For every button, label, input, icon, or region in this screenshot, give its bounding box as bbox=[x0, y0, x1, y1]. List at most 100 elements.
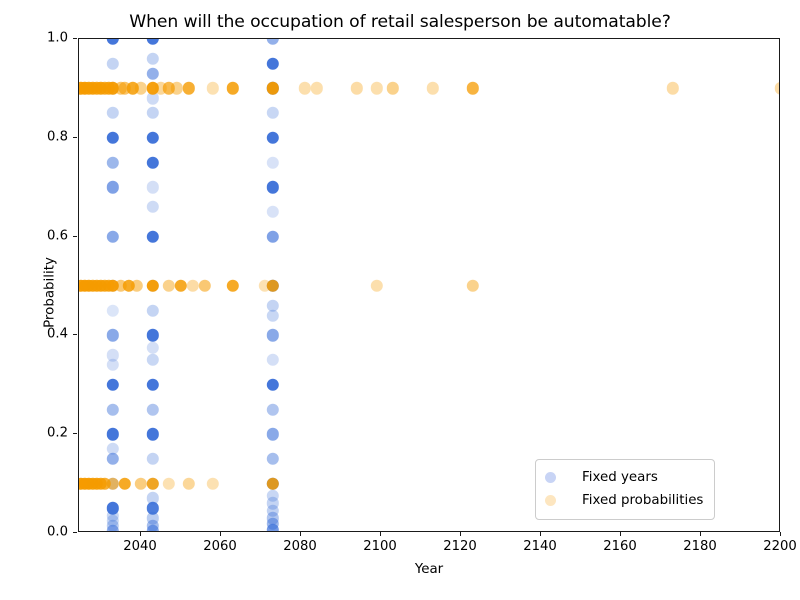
page-title: When will the occupation of retail sales… bbox=[129, 12, 671, 32]
data-point bbox=[146, 511, 160, 525]
legend-label-fixed-probabilities: Fixed probabilities bbox=[582, 493, 704, 508]
y-axis-tick-label: 0.0 bbox=[47, 524, 68, 540]
plot-area bbox=[78, 38, 780, 532]
data-point bbox=[106, 452, 120, 466]
data-point bbox=[266, 517, 280, 531]
data-point bbox=[146, 106, 160, 120]
data-point bbox=[98, 82, 112, 95]
x-axis-tick bbox=[300, 532, 302, 536]
data-point bbox=[266, 523, 280, 531]
x-axis-tick-label: 2180 bbox=[683, 539, 717, 554]
data-point bbox=[106, 329, 120, 342]
x-axis-tick bbox=[140, 532, 142, 536]
data-point bbox=[106, 514, 120, 527]
legend-swatch-fixed-probabilities bbox=[545, 495, 556, 506]
data-point bbox=[79, 477, 88, 490]
data-point bbox=[106, 509, 120, 522]
legend-item[interactable]: Fixed probabilities bbox=[545, 489, 703, 512]
x-axis-tick-label: 2080 bbox=[283, 539, 317, 554]
y-axis-tick bbox=[73, 136, 77, 138]
data-point bbox=[266, 39, 280, 46]
data-point bbox=[266, 309, 280, 322]
data-point bbox=[94, 82, 108, 95]
data-point bbox=[466, 82, 480, 95]
data-point bbox=[106, 358, 120, 372]
data-point bbox=[79, 279, 88, 293]
data-point bbox=[130, 279, 144, 293]
data-point bbox=[266, 427, 280, 441]
data-point bbox=[106, 82, 120, 95]
x-axis-tick-label: 2200 bbox=[763, 539, 797, 554]
y-axis-tick-label: 0.2 bbox=[47, 425, 68, 441]
data-point bbox=[266, 329, 280, 342]
data-point bbox=[174, 279, 188, 293]
x-axis-tick bbox=[540, 532, 542, 536]
data-point bbox=[146, 67, 160, 80]
data-point bbox=[106, 502, 120, 515]
y-axis-tick-label: 0.8 bbox=[47, 129, 68, 145]
data-point bbox=[86, 279, 100, 293]
data-point bbox=[106, 519, 120, 531]
data-point bbox=[182, 82, 196, 95]
data-point bbox=[266, 57, 280, 70]
data-point bbox=[90, 279, 104, 293]
data-point bbox=[118, 477, 132, 490]
y-axis-tick bbox=[73, 433, 77, 435]
data-point bbox=[310, 82, 324, 95]
data-point bbox=[370, 279, 384, 293]
data-point bbox=[106, 279, 120, 293]
data-point bbox=[146, 156, 160, 169]
data-point bbox=[146, 131, 160, 144]
data-point bbox=[98, 477, 112, 490]
data-point bbox=[266, 378, 280, 391]
data-point bbox=[266, 353, 280, 367]
data-point bbox=[106, 131, 120, 144]
data-point bbox=[106, 477, 120, 490]
data-point bbox=[266, 82, 280, 95]
x-axis-tick-label: 2160 bbox=[603, 539, 637, 554]
x-axis-tick-label: 2140 bbox=[523, 539, 557, 554]
data-point bbox=[266, 106, 280, 120]
data-point bbox=[146, 477, 160, 490]
data-point bbox=[350, 82, 364, 95]
data-point bbox=[146, 230, 160, 243]
data-point bbox=[134, 477, 148, 490]
data-point bbox=[266, 279, 280, 293]
data-point bbox=[466, 279, 480, 293]
data-point bbox=[106, 180, 120, 194]
data-point bbox=[146, 403, 160, 416]
y-axis-tick bbox=[73, 334, 77, 336]
x-axis-tick bbox=[380, 532, 382, 536]
data-point bbox=[106, 39, 120, 46]
data-point bbox=[226, 82, 240, 95]
data-point bbox=[102, 279, 116, 293]
data-point bbox=[266, 279, 280, 293]
data-point bbox=[146, 180, 160, 194]
data-point bbox=[106, 427, 120, 441]
data-point bbox=[134, 82, 148, 95]
data-point bbox=[82, 279, 96, 293]
data-point bbox=[266, 403, 280, 416]
data-point bbox=[162, 82, 176, 95]
x-axis-tick-label: 2060 bbox=[203, 539, 237, 554]
data-point bbox=[162, 477, 176, 490]
y-axis-tick-label: 1.0 bbox=[47, 30, 68, 46]
data-points-layer bbox=[79, 39, 779, 531]
data-point bbox=[266, 504, 280, 517]
data-point bbox=[106, 442, 120, 456]
x-axis-tick bbox=[460, 532, 462, 536]
x-axis-tick-label: 2100 bbox=[363, 539, 397, 554]
x-axis-tick bbox=[220, 532, 222, 536]
data-point bbox=[94, 279, 108, 293]
data-point bbox=[226, 279, 240, 293]
y-axis-tick bbox=[73, 532, 77, 534]
data-point bbox=[90, 477, 104, 490]
data-point bbox=[298, 82, 312, 95]
data-point bbox=[106, 82, 120, 95]
data-point bbox=[146, 329, 160, 342]
data-point bbox=[266, 205, 280, 219]
data-point bbox=[266, 180, 280, 194]
legend-item[interactable]: Fixed years bbox=[545, 466, 703, 489]
data-point bbox=[146, 304, 160, 317]
data-point bbox=[266, 156, 280, 169]
